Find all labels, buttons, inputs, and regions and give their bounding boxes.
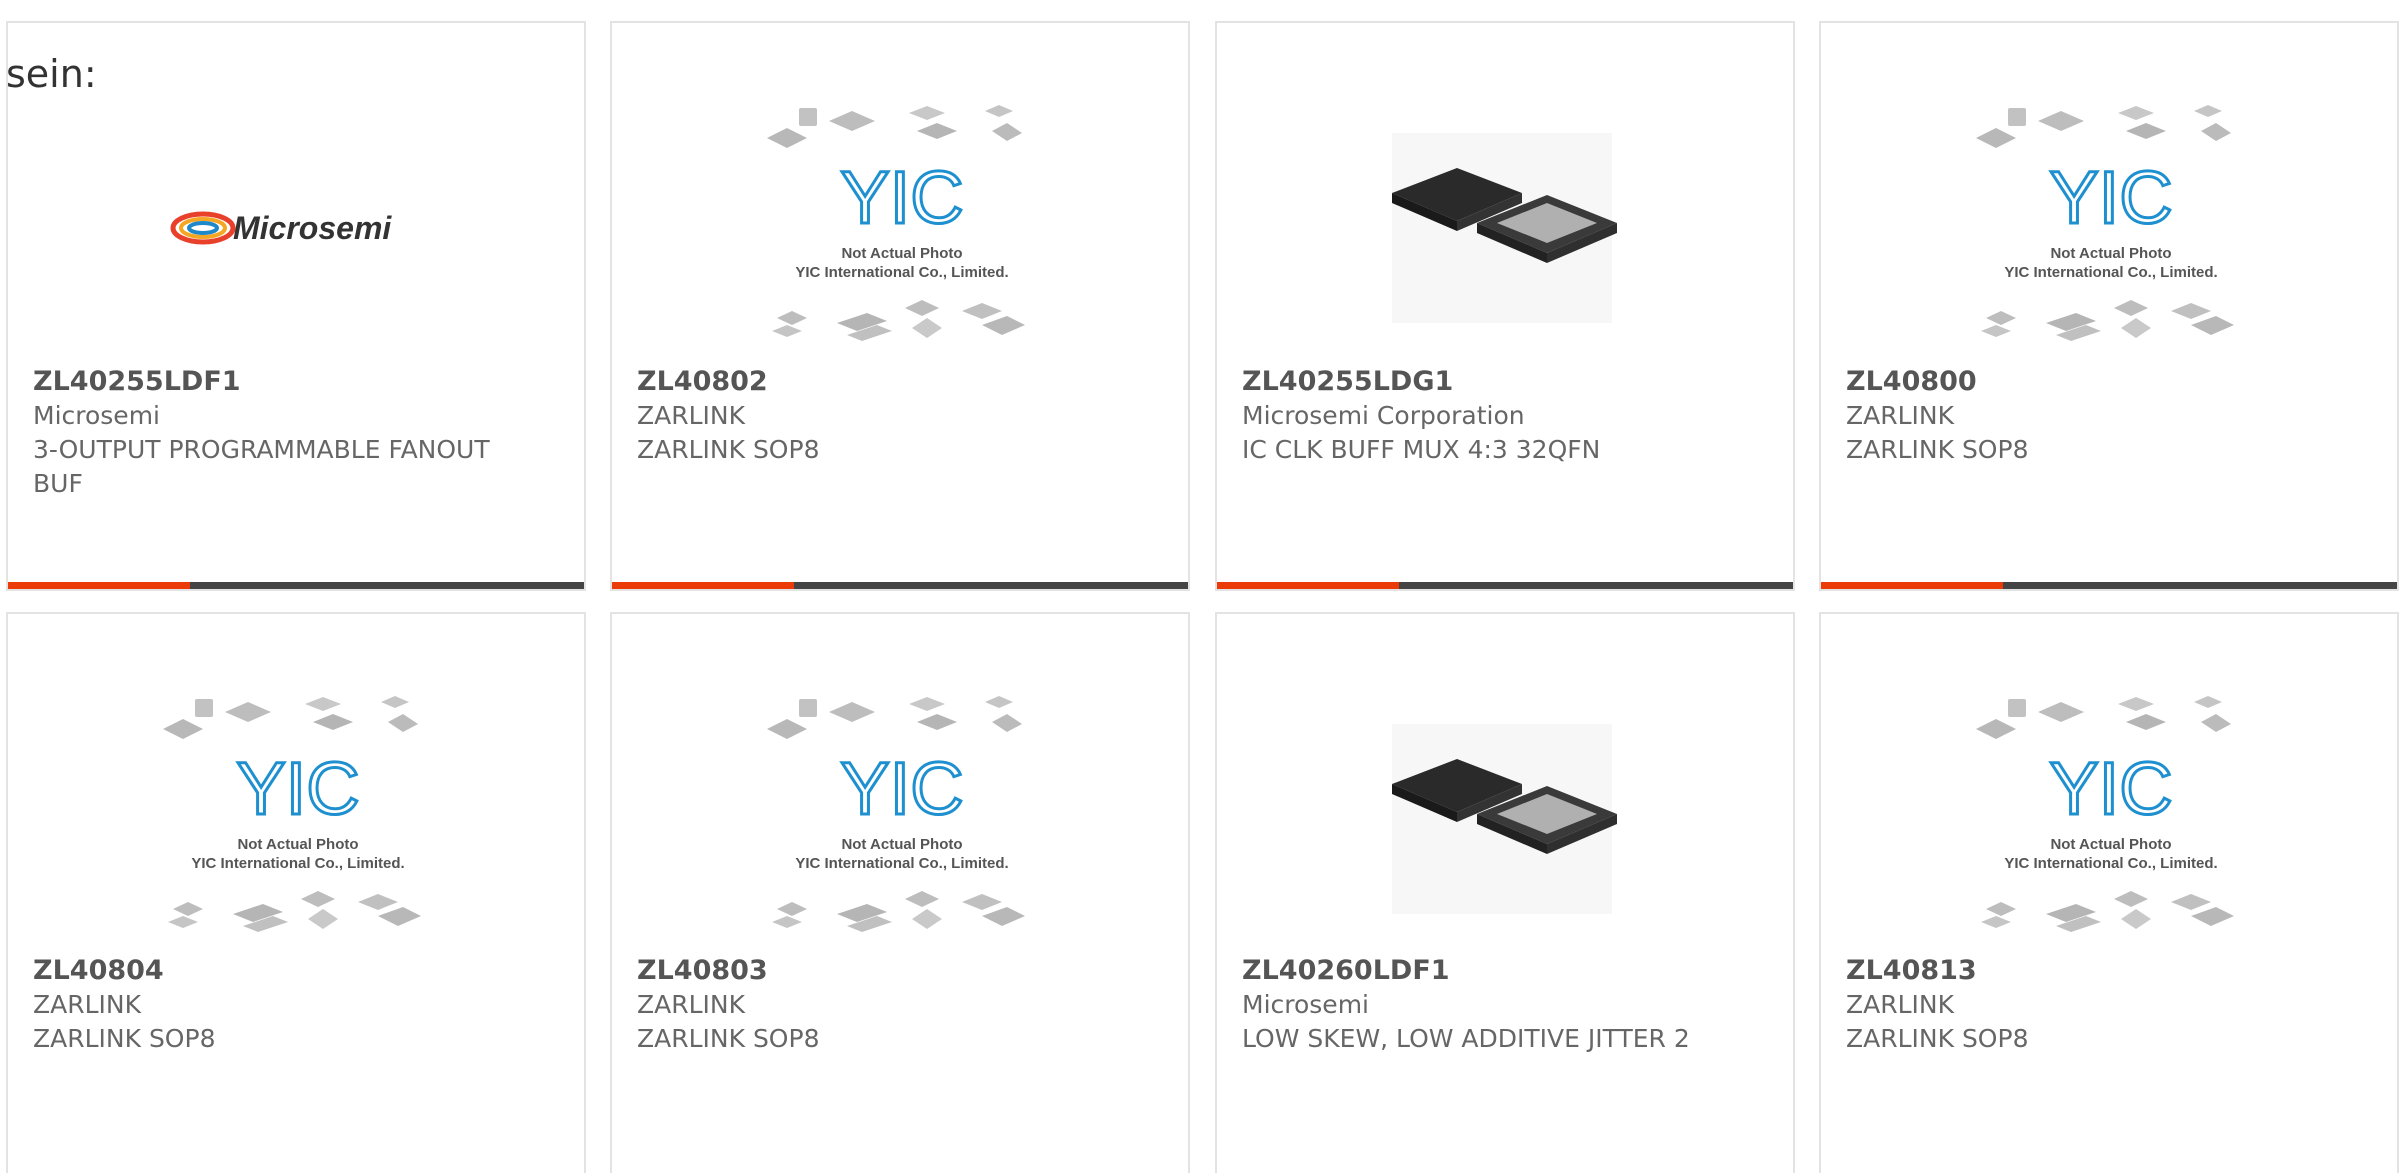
part-number[interactable]: ZL40804 xyxy=(33,954,533,988)
product-card[interactable]: ZL40255LDG1 Microsemi Corporation IC CLK… xyxy=(1215,21,1795,591)
card-bottom-bar xyxy=(612,582,1188,589)
manufacturer: ZARLINK xyxy=(1846,401,1954,430)
description: ZARLINK SOP8 xyxy=(637,1024,820,1053)
not-actual-photo-image: YIC Not Actual Photo YIC International C… xyxy=(163,696,421,932)
product-card[interactable]: Microsemi ZL40255LDF1 Microsemi 3-OUTPUT… xyxy=(6,21,586,591)
placeholder-line2: YIC International Co., Limited. xyxy=(2004,855,2217,872)
yic-logo: YIC xyxy=(840,747,963,830)
product-image[interactable]: YIC Not Actual Photo YIC International C… xyxy=(767,694,1037,934)
product-card[interactable]: YIC Not Actual Photo YIC International C… xyxy=(610,21,1190,591)
microsemi-logo-image: Microsemi xyxy=(170,210,392,246)
product-card[interactable]: YIC Not Actual Photo YIC International C… xyxy=(1819,21,2399,591)
not-actual-photo-image: YIC Not Actual Photo YIC International C… xyxy=(767,105,1025,341)
card-bottom-bar xyxy=(1821,582,2397,589)
manufacturer: Microsemi xyxy=(33,401,160,430)
manufacturer: Microsemi xyxy=(1242,990,1369,1019)
manufacturer: Microsemi Corporation xyxy=(1242,401,1525,430)
qfn-chip-image xyxy=(1392,724,1617,914)
placeholder-line1: Not Actual Photo xyxy=(2050,245,2171,262)
placeholder-line2: YIC International Co., Limited. xyxy=(2004,264,2217,281)
product-image[interactable] xyxy=(1372,103,1642,343)
not-actual-photo-image: YIC Not Actual Photo YIC International C… xyxy=(1976,696,2234,932)
description: IC CLK BUFF MUX 4:3 32QFN xyxy=(1242,435,1601,464)
description: ZARLINK SOP8 xyxy=(33,1024,216,1053)
not-actual-photo-image: YIC Not Actual Photo YIC International C… xyxy=(1976,105,2234,341)
manufacturer: ZARLINK xyxy=(637,401,745,430)
placeholder-line2: YIC International Co., Limited. xyxy=(795,264,1008,281)
description: 3-OUTPUT PROGRAMMABLE FANOUT BUF xyxy=(33,435,490,498)
part-number[interactable]: ZL40255LDG1 xyxy=(1242,365,1742,399)
placeholder-line1: Not Actual Photo xyxy=(2050,836,2171,853)
part-number[interactable]: ZL40260LDF1 xyxy=(1242,954,1742,988)
product-card[interactable]: YIC Not Actual Photo YIC International C… xyxy=(6,612,586,1173)
card-bottom-bar xyxy=(1217,582,1793,589)
part-number[interactable]: ZL40803 xyxy=(637,954,1137,988)
product-card[interactable]: YIC Not Actual Photo YIC International C… xyxy=(1819,612,2399,1173)
placeholder-line1: Not Actual Photo xyxy=(237,836,358,853)
part-number[interactable]: ZL40800 xyxy=(1846,365,2346,399)
product-image[interactable]: YIC Not Actual Photo YIC International C… xyxy=(163,694,433,934)
yic-logo: YIC xyxy=(2049,156,2172,239)
card-bottom-bar xyxy=(8,582,584,589)
part-number[interactable]: ZL40255LDF1 xyxy=(33,365,533,399)
manufacturer: ZARLINK xyxy=(1846,990,1954,1019)
product-image[interactable]: YIC Not Actual Photo YIC International C… xyxy=(767,103,1037,343)
placeholder-line1: Not Actual Photo xyxy=(841,245,962,262)
description: ZARLINK SOP8 xyxy=(637,435,820,464)
placeholder-line1: Not Actual Photo xyxy=(841,836,962,853)
description: ZARLINK SOP8 xyxy=(1846,1024,2029,1053)
placeholder-line2: YIC International Co., Limited. xyxy=(191,855,404,872)
product-image[interactable]: YIC Not Actual Photo YIC International C… xyxy=(1976,694,2246,934)
product-grid: Microsemi ZL40255LDF1 Microsemi 3-OUTPUT… xyxy=(0,0,2400,1173)
product-card[interactable]: ZL40260LDF1 Microsemi LOW SKEW, LOW ADDI… xyxy=(1215,612,1795,1173)
product-image[interactable]: YIC Not Actual Photo YIC International C… xyxy=(1976,103,2246,343)
yic-logo: YIC xyxy=(2049,747,2172,830)
microsemi-logo-text: Microsemi xyxy=(233,210,392,246)
yic-logo: YIC xyxy=(840,156,963,239)
placeholder-line2: YIC International Co., Limited. xyxy=(795,855,1008,872)
intro-text: sein: xyxy=(6,52,97,96)
product-card[interactable]: YIC Not Actual Photo YIC International C… xyxy=(610,612,1190,1173)
manufacturer: ZARLINK xyxy=(637,990,745,1019)
qfn-chip-image xyxy=(1392,133,1617,323)
description: LOW SKEW, LOW ADDITIVE JITTER 2 xyxy=(1242,1024,1690,1053)
product-image[interactable]: Microsemi xyxy=(163,103,433,343)
product-image[interactable] xyxy=(1372,694,1642,934)
description: ZARLINK SOP8 xyxy=(1846,435,2029,464)
part-number[interactable]: ZL40813 xyxy=(1846,954,2346,988)
not-actual-photo-image: YIC Not Actual Photo YIC International C… xyxy=(767,696,1025,932)
part-number[interactable]: ZL40802 xyxy=(637,365,1137,399)
yic-logo: YIC xyxy=(236,747,359,830)
manufacturer: ZARLINK xyxy=(33,990,141,1019)
